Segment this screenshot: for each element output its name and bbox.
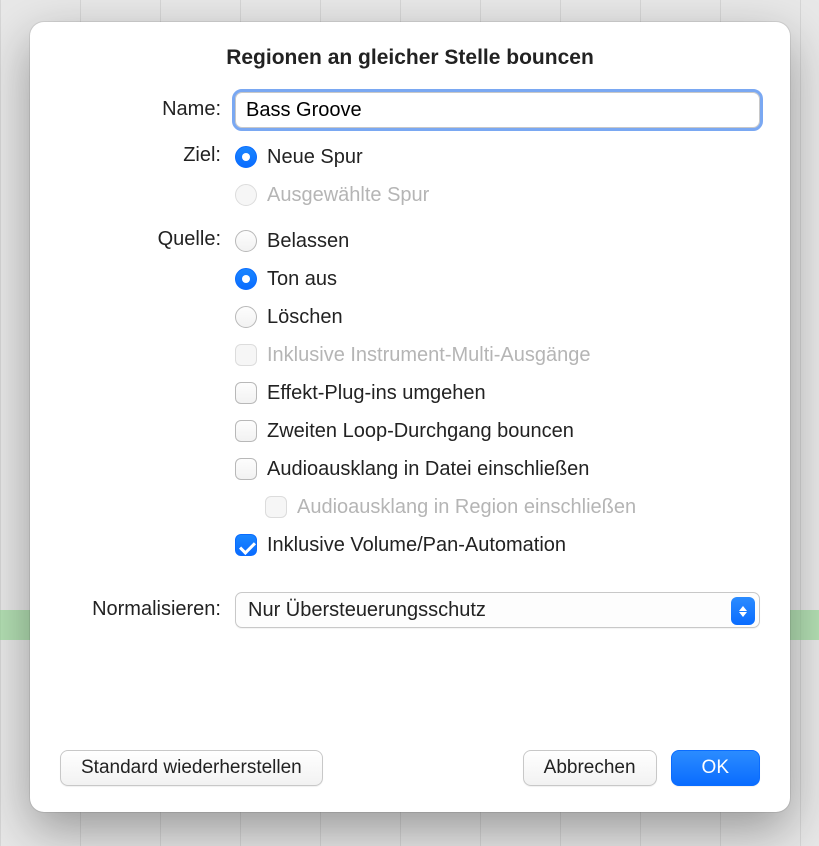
quelle-belassen-option[interactable]: Belassen: [235, 222, 760, 260]
radio-icon: [235, 230, 257, 252]
restore-defaults-button[interactable]: Standard wiederherstellen: [60, 750, 323, 786]
normalize-value: Nur Übersteuerungsschutz: [248, 599, 486, 622]
quelle-ton-aus-option[interactable]: Ton aus: [235, 260, 760, 298]
check-tail-file-label: Audioausklang in Datei einschließen: [267, 458, 589, 481]
cancel-button[interactable]: Abbrechen: [523, 750, 657, 786]
radio-icon: [235, 268, 257, 290]
radio-icon: [235, 146, 257, 168]
check-tail-region: Audioausklang in Region einschließen: [265, 488, 760, 526]
radio-icon: [235, 184, 257, 206]
check-bypass-fx[interactable]: Effekt-Plug-ins umgehen: [235, 374, 760, 412]
quelle-label: Quelle:: [60, 222, 235, 251]
cancel-label: Abbrechen: [544, 757, 636, 779]
check-tail-region-label: Audioausklang in Region einschließen: [297, 496, 636, 519]
row-quelle: Quelle: Belassen Ton aus Löschen Inklusi…: [60, 222, 760, 564]
dialog-form: Name: Ziel: Neue Spur Ausgewählte Spur Q…: [60, 92, 760, 732]
chevron-up-down-icon: [731, 597, 755, 625]
quelle-loeschen-label: Löschen: [267, 306, 343, 329]
ok-button[interactable]: OK: [671, 750, 760, 786]
checkbox-icon: [235, 458, 257, 480]
row-name: Name:: [60, 92, 760, 128]
checkbox-icon: [235, 420, 257, 442]
radio-icon: [235, 306, 257, 328]
ziel-label: Ziel:: [60, 138, 235, 167]
quelle-ton-aus-label: Ton aus: [267, 268, 337, 291]
name-label: Name:: [60, 92, 235, 121]
normalize-popup[interactable]: Nur Übersteuerungsschutz: [235, 592, 760, 628]
restore-defaults-label: Standard wiederherstellen: [81, 757, 302, 779]
check-second-loop-label: Zweiten Loop-Durchgang bouncen: [267, 420, 574, 443]
quelle-belassen-label: Belassen: [267, 230, 349, 253]
check-multi-ausgaenge: Inklusive Instrument-Multi-Ausgänge: [235, 336, 760, 374]
check-vol-pan[interactable]: Inklusive Volume/Pan-Automation: [235, 526, 760, 564]
ziel-ausgewaehlte-spur-label: Ausgewählte Spur: [267, 184, 429, 207]
check-multi-ausgaenge-label: Inklusive Instrument-Multi-Ausgänge: [267, 344, 590, 367]
dialog-footer: Standard wiederherstellen Abbrechen OK: [60, 750, 760, 786]
ziel-ausgewaehlte-spur-option: Ausgewählte Spur: [235, 176, 760, 214]
ziel-neue-spur-label: Neue Spur: [267, 146, 363, 169]
check-vol-pan-label: Inklusive Volume/Pan-Automation: [267, 534, 566, 557]
normalize-label: Normalisieren:: [60, 592, 235, 621]
check-bypass-fx-label: Effekt-Plug-ins umgehen: [267, 382, 486, 405]
checkbox-icon: [235, 382, 257, 404]
name-input[interactable]: [235, 92, 760, 128]
check-tail-file[interactable]: Audioausklang in Datei einschließen: [235, 450, 760, 488]
check-second-loop[interactable]: Zweiten Loop-Durchgang bouncen: [235, 412, 760, 450]
ziel-neue-spur-option[interactable]: Neue Spur: [235, 138, 760, 176]
row-ziel: Ziel: Neue Spur Ausgewählte Spur: [60, 138, 760, 214]
checkbox-icon: [235, 344, 257, 366]
bounce-dialog: Regionen an gleicher Stelle bouncen Name…: [30, 22, 790, 812]
checkbox-icon: [265, 496, 287, 518]
ok-label: OK: [702, 757, 729, 779]
row-normalize: Normalisieren: Nur Übersteuerungsschutz: [60, 592, 760, 628]
quelle-loeschen-option[interactable]: Löschen: [235, 298, 760, 336]
dialog-title: Regionen an gleicher Stelle bouncen: [60, 46, 760, 70]
checkbox-icon: [235, 534, 257, 556]
